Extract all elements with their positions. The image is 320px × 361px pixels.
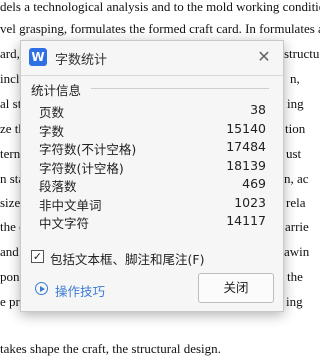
document-text-fragment: ing: [287, 96, 304, 111]
document-text-line: vel grasping, formulates the formed craf…: [0, 21, 320, 36]
checkmark-icon: ✓: [32, 250, 43, 263]
stat-label: 字数: [39, 123, 65, 139]
document-text-line: takes shape the craft, the structural de…: [0, 341, 221, 356]
close-button[interactable]: 关闭: [198, 273, 274, 303]
stat-row-words: 字数 15140: [21, 121, 283, 140]
document-text-fragment: structu: [284, 46, 320, 61]
document-text-fragment: rela: [286, 195, 306, 210]
stat-row-chars-no-spaces: 字符数(不计空格) 17484: [21, 139, 283, 158]
document-text-fragment: ust: [286, 146, 302, 161]
stat-label: 中文字符: [39, 216, 90, 231]
stat-label: 非中文单词: [39, 197, 102, 213]
stat-label: 字符数(计空格): [39, 160, 124, 176]
tips-link-text[interactable]: 操作技巧: [55, 281, 105, 300]
document-text-fragment: the: [287, 269, 303, 284]
stat-label: 页数: [39, 105, 65, 120]
checkbox-label[interactable]: 包括文本框、脚注和尾注(F): [50, 249, 204, 268]
stat-value: 469: [242, 176, 266, 191]
word-count-dialog: W 字数统计 ✕ 统计信息 页数 38 字数 15140 字符数(不计空格) 1…: [20, 40, 284, 312]
play-circle-icon: [35, 282, 48, 295]
document-text-fragment: tion: [285, 121, 306, 136]
stat-row-chinese-chars: 中文字符 14117: [21, 213, 283, 232]
stat-value: 38: [250, 102, 266, 117]
dialog-titlebar[interactable]: W 字数统计 ✕: [21, 41, 283, 74]
close-icon[interactable]: ✕: [255, 48, 273, 66]
stat-value: 15140: [226, 120, 266, 136]
stat-row-chars-with-spaces: 字符数(计空格) 18139: [21, 158, 283, 177]
stat-value: 17484: [226, 139, 266, 154]
document-text-line: dels a technological analysis and to the…: [0, 0, 320, 14]
stat-label: 字符数(不计空格): [39, 142, 137, 157]
include-textboxes-checkbox[interactable]: ✓: [31, 250, 44, 263]
wps-writer-icon: W: [29, 48, 47, 66]
document-text-fragment: n, ac: [284, 171, 309, 186]
document-text-line: size: [0, 195, 21, 210]
stat-value: 18139: [226, 157, 266, 173]
section-divider: [91, 88, 269, 89]
document-text-fragment: n,: [290, 71, 300, 86]
statistics-list: 页数 38 字数 15140 字符数(不计空格) 17484 字符数(计空格) …: [21, 102, 283, 232]
document-text-fragment: arrie: [285, 219, 309, 234]
stat-value: 1023: [234, 194, 266, 210]
stat-row-paragraphs: 段落数 469: [21, 176, 283, 195]
document-text-fragment: awin: [284, 244, 310, 259]
document-text-line: al st: [0, 96, 22, 111]
document-text-fragment: ing: [286, 294, 303, 309]
statistics-panel: 统计信息 页数 38 字数 15140 字符数(不计空格) 17484 字符数(…: [21, 75, 283, 235]
stat-row-pages: 页数 38: [21, 102, 283, 121]
stat-label: 段落数: [39, 179, 77, 194]
stat-row-non-chinese-words: 非中文单词 1023: [21, 195, 283, 214]
stat-value: 14117: [226, 213, 266, 228]
dialog-title: 字数统计: [55, 53, 108, 68]
section-title: 统计信息: [31, 80, 86, 99]
